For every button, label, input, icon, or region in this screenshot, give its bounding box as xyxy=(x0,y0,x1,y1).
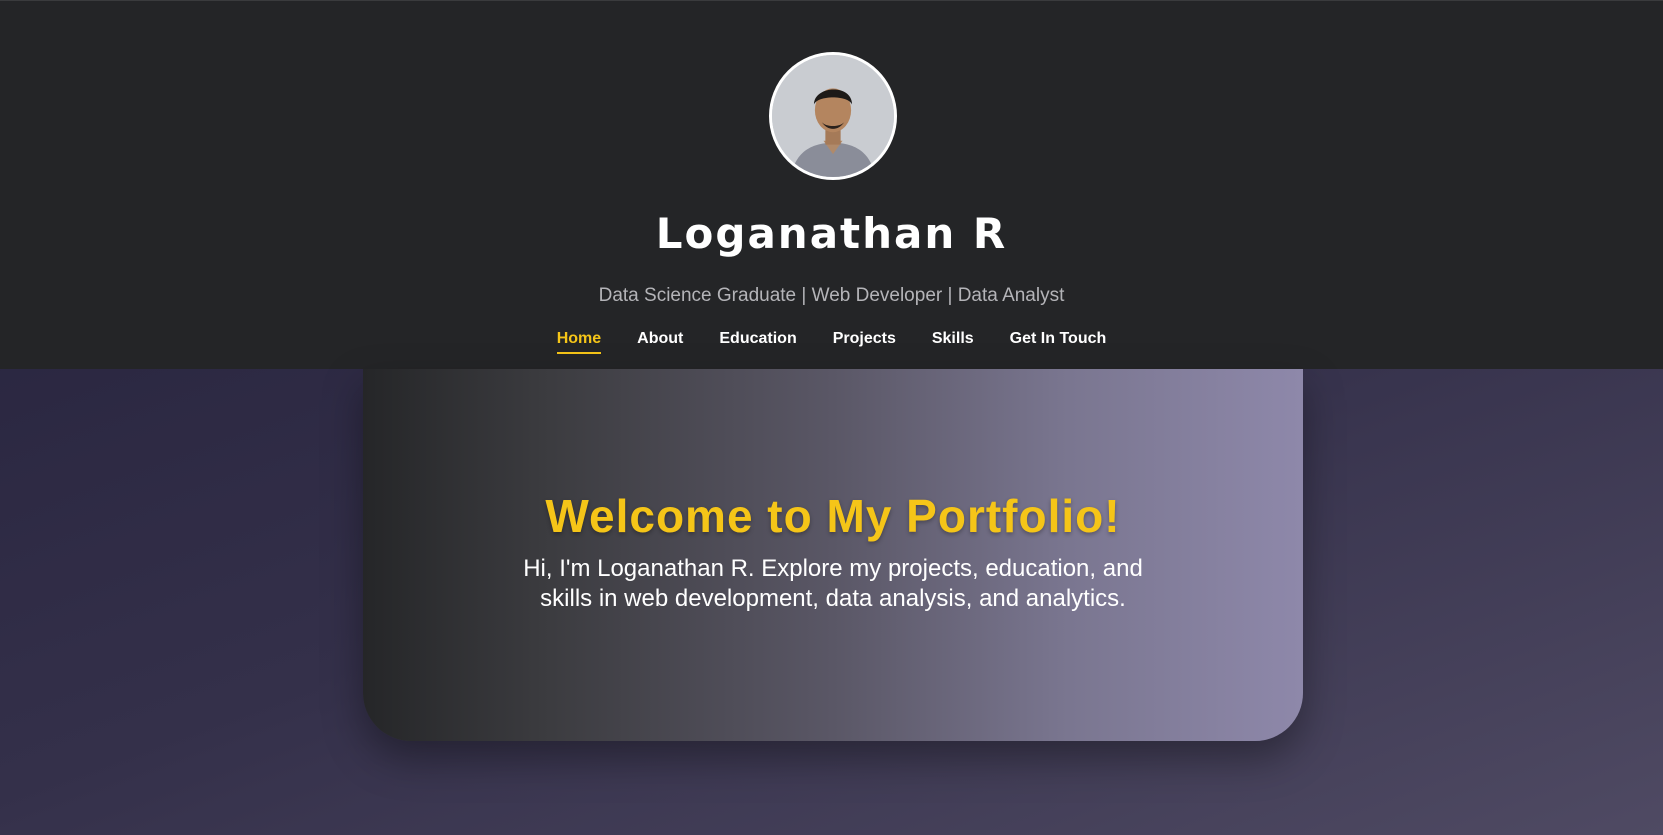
nav-about[interactable]: About xyxy=(637,330,683,354)
site-owner-name: Loganathan R xyxy=(655,209,1008,258)
nav-education[interactable]: Education xyxy=(719,330,796,354)
nav-home[interactable]: Home xyxy=(556,330,602,354)
hero-intro-text: Hi, I'm Loganathan R. Explore my project… xyxy=(523,555,1143,612)
nav-projects[interactable]: Projects xyxy=(833,330,896,354)
site-tagline: Data Science Graduate | Web Developer | … xyxy=(598,285,1065,306)
hero-section: Welcome to My Portfolio! Hi, I'm Loganat… xyxy=(363,369,1303,741)
nav-skills[interactable]: Skills xyxy=(932,330,974,354)
main-nav: Home About Education Projects Skills Get… xyxy=(0,330,1663,354)
avatar xyxy=(769,52,897,180)
site-header: Loganathan R Data Science Graduate | Web… xyxy=(0,0,1663,369)
nav-get-in-touch[interactable]: Get In Touch xyxy=(1010,330,1107,354)
avatar-photo xyxy=(772,55,894,177)
hero-title: Welcome to My Portfolio! xyxy=(545,490,1121,542)
